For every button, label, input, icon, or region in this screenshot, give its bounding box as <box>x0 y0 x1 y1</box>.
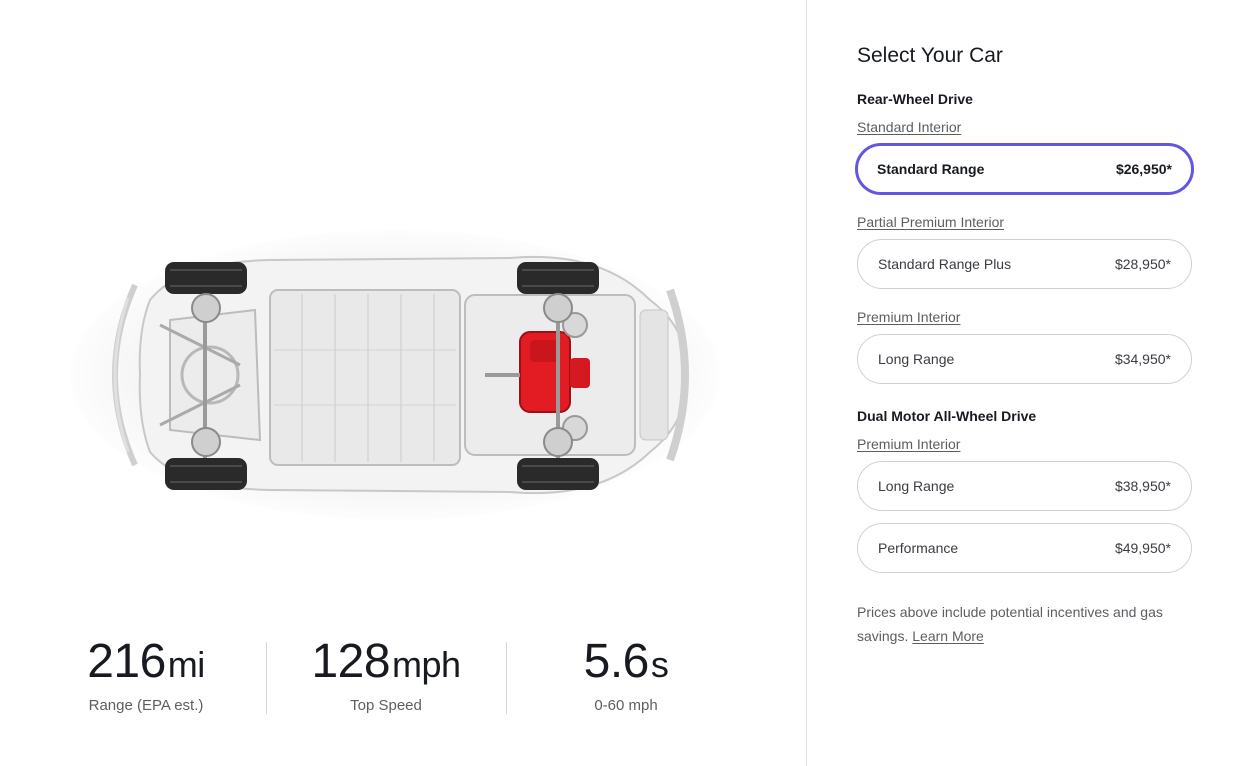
select-car-panel: Select Your Car Rear-Wheel Drive Standar… <box>807 0 1233 766</box>
option-price: $34,950* <box>1114 351 1171 367</box>
option-name: Standard Range Plus <box>878 256 1012 272</box>
stat-range: 216mi Range (EPA est.) <box>26 634 266 724</box>
pricing-note-text: Prices above include potential incentive… <box>857 604 1163 644</box>
car-chassis-icon <box>112 255 689 495</box>
option-name: Long Range <box>878 478 955 494</box>
stat-top-speed-value: 128mph <box>311 635 461 688</box>
spec-stats: 216mi Range (EPA est.) 128mph Top Speed … <box>26 634 746 724</box>
option-price: $28,950* <box>1114 256 1171 272</box>
stat-range-label: Range (EPA est.) <box>88 697 204 714</box>
interior-link-partial-premium[interactable]: Partial Premium Interior <box>857 214 1004 230</box>
car-visual-panel: 216mi Range (EPA est.) 128mph Top Speed … <box>0 0 806 766</box>
option-standard-range-plus[interactable]: Standard Range Plus $28,950* <box>857 239 1192 289</box>
option-price: $38,950* <box>1114 478 1171 494</box>
group-title-rwd: Rear-Wheel Drive <box>857 91 973 107</box>
option-name: Performance <box>878 540 959 556</box>
option-standard-range[interactable]: Standard Range $26,950* <box>855 143 1194 195</box>
option-long-range-rwd[interactable]: Long Range $34,950* <box>857 334 1192 384</box>
option-name: Standard Range <box>877 161 985 177</box>
interior-link-premium[interactable]: Premium Interior <box>857 309 960 325</box>
stat-acceleration: 5.6s 0-60 mph <box>506 634 746 724</box>
option-long-range-awd[interactable]: Long Range $38,950* <box>857 461 1192 511</box>
car-chassis-image <box>40 190 770 560</box>
interior-link-premium-awd[interactable]: Premium Interior <box>857 436 960 452</box>
option-name: Long Range <box>878 351 955 367</box>
panel-title: Select Your Car <box>857 44 1003 67</box>
stat-acceleration-label: 0-60 mph <box>594 697 658 714</box>
stat-acceleration-unit: s <box>650 644 669 685</box>
stat-range-unit: mi <box>167 644 206 685</box>
group-title-awd: Dual Motor All-Wheel Drive <box>857 408 1037 424</box>
option-performance[interactable]: Performance $49,950* <box>857 523 1192 573</box>
option-price: $26,950* <box>1115 161 1172 177</box>
stat-acceleration-value: 5.6s <box>583 635 669 688</box>
interior-link-standard[interactable]: Standard Interior <box>857 119 961 135</box>
learn-more-link[interactable]: Learn More <box>912 628 984 644</box>
stat-top-speed: 128mph Top Speed <box>266 634 506 724</box>
option-price: $49,950* <box>1114 540 1171 556</box>
pricing-note: Prices above include potential incentive… <box>857 600 1187 648</box>
stat-top-speed-unit: mph <box>392 644 461 685</box>
stat-range-value: 216mi <box>87 635 206 688</box>
stat-top-speed-label: Top Speed <box>350 697 422 714</box>
